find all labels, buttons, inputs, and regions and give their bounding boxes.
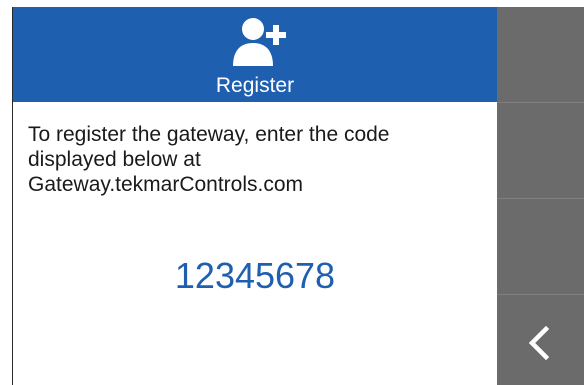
add-user-icon [233,18,286,66]
sidebar-button-2[interactable] [497,103,584,198]
back-chevron-icon [528,326,550,360]
top-margin [0,0,584,7]
sidebar-button-1[interactable] [497,7,584,102]
registration-code: 12345678 [174,255,336,296]
register-header: Register [13,7,497,102]
instruction-line: To register the gateway, enter the code [28,123,390,146]
sidebar-button-3[interactable] [497,199,584,294]
instruction-line: Gateway.tekmarControls.com [28,173,304,196]
register-content: To register the gateway, enter the code … [13,102,497,385]
instruction-line: displayed below at [28,148,201,171]
register-instructions: To register the gateway, enter the code … [28,122,490,197]
gateway-screen: Register To register the gateway, enter … [0,0,584,385]
back-button[interactable] [497,295,584,385]
sidebar [497,7,584,385]
page-title: Register [215,74,295,97]
